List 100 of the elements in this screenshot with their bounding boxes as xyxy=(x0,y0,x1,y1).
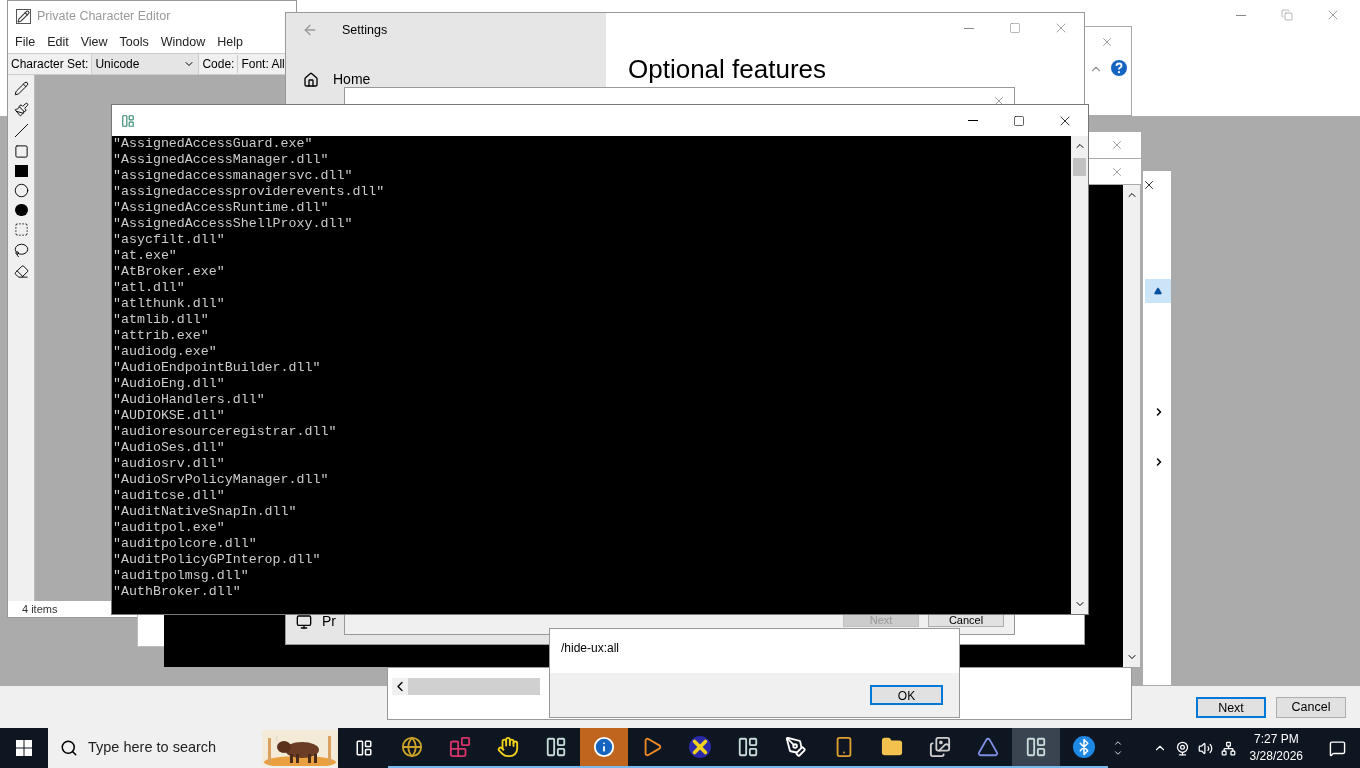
scroll-left-icon[interactable] xyxy=(392,678,408,695)
monitor-icon[interactable] xyxy=(296,613,312,630)
status-text: 4 items xyxy=(22,601,58,617)
windows-icon xyxy=(16,740,32,756)
menu-item[interactable]: File xyxy=(10,32,41,52)
field-label: Character Set: xyxy=(10,56,90,73)
maximize-icon xyxy=(1009,22,1021,34)
wizard-button[interactable]: Next xyxy=(1196,696,1266,718)
camera-icon[interactable] xyxy=(1174,740,1190,756)
volume-icon[interactable] xyxy=(1197,740,1213,756)
vertical-scrollbar[interactable] xyxy=(1071,136,1088,614)
bluetooth-icon xyxy=(1073,736,1095,758)
window-icon xyxy=(545,736,567,758)
network-icon[interactable] xyxy=(1220,740,1236,756)
window-title: Settings xyxy=(342,21,388,39)
scroll-thumb[interactable] xyxy=(1073,158,1086,176)
menu-item[interactable]: Tools xyxy=(114,32,154,52)
console-line: "auditpolcore.dll" xyxy=(112,536,258,552)
console-line: "AuthBroker.dll" xyxy=(112,584,242,600)
page-heading: Optional features xyxy=(628,53,827,85)
window-title: Private Character Editor xyxy=(37,7,171,25)
console-line: "audiodg.exe" xyxy=(112,344,218,360)
console-line: "auditpolmsg.dll" xyxy=(112,568,250,584)
console-line: "at.exe" xyxy=(112,248,178,264)
nav-item[interactable]: Pr xyxy=(322,611,336,632)
console-line: "AssignedAccessManager.dll" xyxy=(112,152,330,168)
console-line: "audioresourceregistrar.dll" xyxy=(112,424,338,440)
help-icon[interactable] xyxy=(1111,60,1127,76)
console-line: "AssignedAccessGuard.exe" xyxy=(112,136,314,152)
console-line: "assignedaccessmanagersvc.dll" xyxy=(112,168,354,184)
scroll-up-icon[interactable] xyxy=(1113,738,1123,748)
menu-item[interactable]: View xyxy=(75,32,113,52)
rectangle-icon[interactable] xyxy=(13,144,29,159)
restore-icon xyxy=(1281,9,1293,21)
filled-rectangle-icon[interactable] xyxy=(14,165,28,177)
message-text: /hide-ux:all xyxy=(561,641,620,655)
console-line: "AudioEndpointBuilder.dll" xyxy=(112,360,322,376)
horizontal-scrollbar[interactable] xyxy=(392,678,540,695)
field-label: Code: xyxy=(199,55,239,73)
lasso-icon[interactable] xyxy=(13,243,29,258)
console-line: "auditcse.dll" xyxy=(112,488,226,504)
console-line: "AudioSrvPolicyManager.dll" xyxy=(112,472,330,488)
minimize-icon xyxy=(968,120,978,121)
window-icon xyxy=(1025,736,1047,758)
console-line: "AssignedAccessShellProxy.dll" xyxy=(112,216,354,232)
images-icon xyxy=(929,736,951,758)
triangle-icon xyxy=(1154,287,1162,295)
console-line: "atlthunk.dll" xyxy=(112,296,226,312)
pencil-icon[interactable] xyxy=(13,81,29,96)
console-icon xyxy=(121,113,135,128)
app-icon xyxy=(16,8,31,24)
cross-icon xyxy=(689,736,711,758)
folder-icon xyxy=(881,736,903,758)
console-line: "auditpol.exe" xyxy=(112,520,226,536)
blocks-icon xyxy=(449,736,471,758)
brush-icon[interactable] xyxy=(13,102,29,117)
console-line: "AudioHandlers.dll" xyxy=(112,392,266,408)
console-line: "AssignedAccessRuntime.dll" xyxy=(112,200,330,216)
console-line: "AudioEng.dll" xyxy=(112,376,226,392)
console-line: "asycfilt.dll" xyxy=(112,232,226,248)
nav-item[interactable]: Home xyxy=(333,69,371,90)
info-icon xyxy=(593,736,615,758)
hand-icon xyxy=(497,736,519,758)
scroll-down-icon[interactable] xyxy=(1113,748,1123,758)
minimize-icon xyxy=(1236,14,1246,16)
menu-item[interactable]: Edit xyxy=(42,32,74,52)
pen-icon xyxy=(785,736,807,758)
search-icon xyxy=(60,739,78,757)
close-icon[interactable] xyxy=(1142,178,1156,192)
character-set-dropdown[interactable]: Unicode xyxy=(91,54,200,74)
console-line: "atl.dll" xyxy=(112,280,186,296)
task-view-icon xyxy=(355,739,373,757)
field-label: Font: All xyxy=(240,56,286,73)
ellipse-icon[interactable] xyxy=(13,183,29,198)
console-line: "atmlib.dll" xyxy=(112,312,210,328)
home-icon[interactable] xyxy=(303,71,319,88)
wizard-button[interactable]: Cancel xyxy=(1276,696,1346,718)
search-field[interactable]: Type here to search xyxy=(88,737,252,759)
clock[interactable]: 7:27 PM 3/28/2026 xyxy=(1243,731,1309,765)
selection-icon[interactable] xyxy=(13,222,29,237)
eraser-icon[interactable] xyxy=(13,264,29,279)
notification-icon[interactable] xyxy=(1329,739,1346,757)
console-line: "audiosrv.dll" xyxy=(112,456,226,472)
menu-item[interactable]: Window xyxy=(155,32,211,52)
minimize-icon xyxy=(964,27,974,29)
console-line: "AudioSes.dll" xyxy=(112,440,226,456)
line-icon[interactable] xyxy=(13,123,29,138)
console-line: "AUDIOKSE.dll" xyxy=(112,408,226,424)
console-line: "attrib.exe" xyxy=(112,328,210,344)
search-bar[interactable]: Type here to search xyxy=(48,728,338,768)
taskbar-app[interactable] xyxy=(1012,728,1060,768)
ok-button[interactable]: OK xyxy=(870,685,943,705)
globe-icon xyxy=(401,736,423,758)
console-line: "AtBroker.exe" xyxy=(112,264,226,280)
console-line: "AuditPolicyGPInterop.dll" xyxy=(112,552,322,568)
window-icon xyxy=(737,736,759,758)
console-line: "assignedaccessproviderevents.dll" xyxy=(112,184,386,200)
maximize-icon xyxy=(1013,114,1025,127)
scroll-up-button[interactable] xyxy=(1145,279,1171,303)
menu-item[interactable]: Help xyxy=(212,32,248,52)
